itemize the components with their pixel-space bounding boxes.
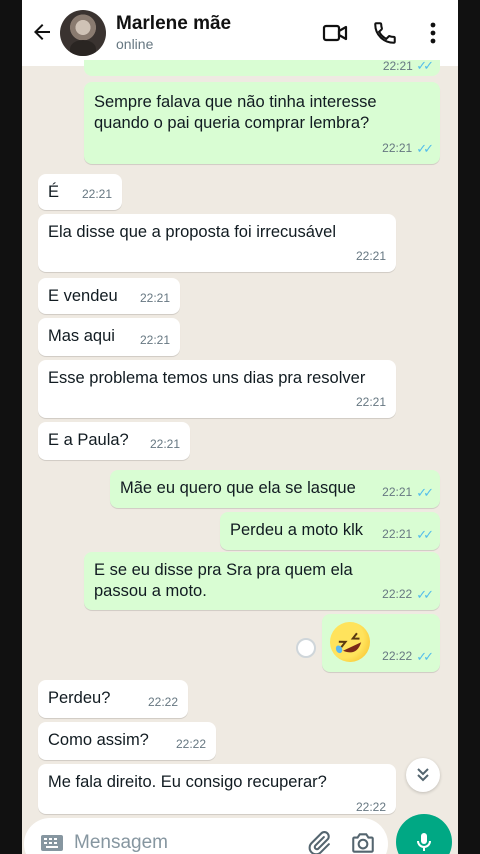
message-outgoing[interactable]: Mãe eu quero que ela se lasque 22:21 ✓✓ xyxy=(110,470,440,508)
message-time: 22:22 xyxy=(382,649,413,663)
mic-icon xyxy=(417,833,431,851)
keyboard-icon[interactable] xyxy=(40,834,64,852)
camera-icon[interactable] xyxy=(350,830,376,854)
message-outgoing[interactable]: E se eu disse pra Sra pra quem ela passo… xyxy=(84,552,440,610)
message-outgoing-emoji[interactable]: 22:22 ✓✓ xyxy=(322,614,440,672)
message-incoming[interactable]: E a Paula? 22:21 xyxy=(38,422,190,460)
message-incoming[interactable]: Esse problema temos uns dias pra resolve… xyxy=(38,360,396,418)
message-incoming[interactable]: Mas aqui 22:21 xyxy=(38,318,180,356)
message-time: 22:21 xyxy=(382,527,413,541)
message-text: Mãe eu quero que ela se lasque xyxy=(120,479,356,497)
rolling-on-floor-laughing-emoji-icon xyxy=(323,615,377,669)
message-composer[interactable]: Mensagem xyxy=(24,818,388,854)
message-outgoing[interactable]: Sempre falava que não tinha interesse qu… xyxy=(84,82,440,164)
message-time: 22:21 xyxy=(81,187,112,201)
phone-icon[interactable] xyxy=(372,20,398,46)
message-text: Sempre falava que não tinha interesse qu… xyxy=(94,93,377,132)
chat-screen: Marlene mãe online 22:21 ✓✓ Sempre falav… xyxy=(22,0,458,854)
message-time: 22:22 xyxy=(355,800,386,814)
video-call-icon[interactable] xyxy=(322,20,348,46)
message-time: 22:22 xyxy=(382,587,413,601)
message-time: 22:21 xyxy=(382,485,413,499)
chevron-double-down-icon xyxy=(417,768,429,782)
attach-icon[interactable] xyxy=(306,830,332,854)
avatar[interactable] xyxy=(60,10,106,56)
message-input[interactable]: Mensagem xyxy=(74,832,168,854)
message-incoming[interactable]: Perdeu? 22:22 xyxy=(38,680,188,718)
message-outgoing-partial[interactable]: 22:21 ✓✓ xyxy=(84,58,440,76)
read-ticks-icon: ✓✓ xyxy=(416,649,434,664)
reaction-button[interactable] xyxy=(296,638,316,658)
message-outgoing[interactable]: Perdeu a moto klk 22:21 ✓✓ xyxy=(220,512,440,550)
more-vert-icon[interactable] xyxy=(420,20,446,46)
message-text: Perdeu a moto klk xyxy=(230,521,363,539)
read-ticks-icon: ✓✓ xyxy=(416,141,434,156)
message-time: 22:22 xyxy=(147,695,178,709)
message-time: 22:21 xyxy=(382,141,413,155)
message-text: Mas aqui xyxy=(48,327,115,345)
message-incoming[interactable]: É 22:21 xyxy=(38,174,122,210)
message-time: 22:21 xyxy=(355,249,386,263)
read-ticks-icon: ✓✓ xyxy=(416,587,434,602)
message-incoming[interactable]: Como assim? 22:22 xyxy=(38,722,216,760)
contact-status: online xyxy=(116,36,154,52)
mic-button[interactable] xyxy=(396,814,452,854)
read-ticks-icon: ✓✓ xyxy=(416,527,434,542)
chat-header: Marlene mãe online xyxy=(22,0,458,66)
message-text: Ela disse que a proposta foi irrecusável xyxy=(48,223,336,241)
message-text: Me fala direito. Eu consigo recuperar? xyxy=(48,773,327,791)
message-time: 22:21 xyxy=(139,291,170,305)
message-text: Como assim? xyxy=(48,731,149,749)
message-incoming[interactable]: Ela disse que a proposta foi irrecusável… xyxy=(38,214,396,272)
message-incoming[interactable]: E vendeu 22:21 xyxy=(38,278,180,314)
contact-name[interactable]: Marlene mãe xyxy=(116,13,231,35)
message-text: E a Paula? xyxy=(48,431,129,449)
message-text: Perdeu? xyxy=(48,689,111,707)
message-text: É xyxy=(48,183,60,201)
message-time: 22:21 xyxy=(149,437,180,451)
scroll-to-bottom-button[interactable] xyxy=(406,758,440,792)
message-text: Esse problema temos uns dias pra resolve… xyxy=(48,369,366,387)
message-text: E vendeu xyxy=(48,287,118,305)
message-incoming[interactable]: Me fala direito. Eu consigo recuperar? 2… xyxy=(38,764,396,814)
message-time: 22:22 xyxy=(175,737,206,751)
read-ticks-icon: ✓✓ xyxy=(416,485,434,500)
message-time: 22:21 xyxy=(139,333,170,347)
back-arrow-icon[interactable] xyxy=(30,20,54,44)
message-time: 22:21 xyxy=(355,395,386,409)
message-text: E se eu disse pra Sra pra quem ela passo… xyxy=(94,561,353,600)
